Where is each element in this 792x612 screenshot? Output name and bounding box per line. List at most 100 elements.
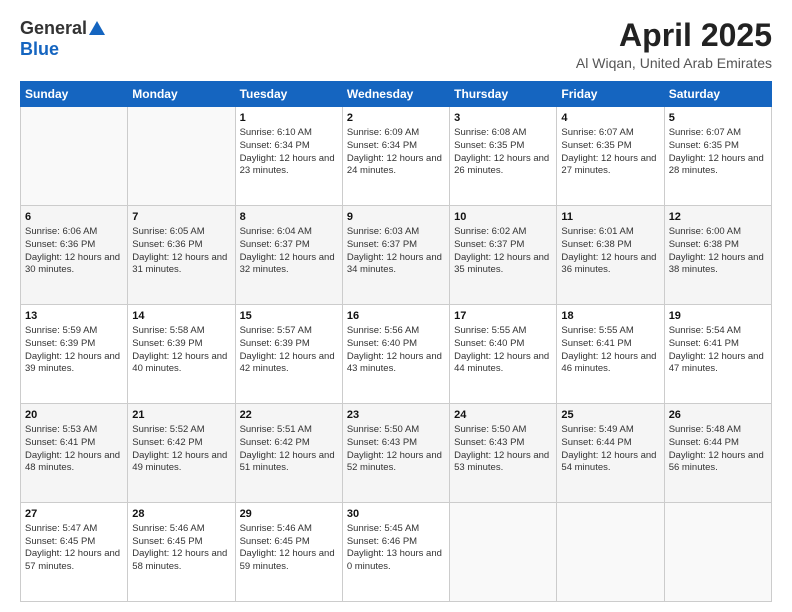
day-header-sunday: Sunday (21, 82, 128, 107)
day-header-tuesday: Tuesday (235, 82, 342, 107)
day-number: 20 (25, 408, 123, 423)
day-info-line: Sunrise: 5:58 AM (132, 325, 230, 338)
day-number: 22 (240, 408, 338, 423)
day-info-line: Daylight: 12 hours and 23 minutes. (240, 153, 338, 179)
day-info-line: Daylight: 12 hours and 56 minutes. (669, 450, 767, 476)
day-info-line: Sunrise: 5:45 AM (347, 523, 445, 536)
day-info-line: Daylight: 12 hours and 53 minutes. (454, 450, 552, 476)
calendar-cell (450, 503, 557, 602)
calendar-cell (21, 107, 128, 206)
calendar-table: SundayMondayTuesdayWednesdayThursdayFrid… (20, 81, 772, 602)
calendar-cell: 11Sunrise: 6:01 AMSunset: 6:38 PMDayligh… (557, 206, 664, 305)
day-info-line: Sunset: 6:34 PM (240, 140, 338, 153)
day-info-line: Sunset: 6:37 PM (347, 239, 445, 252)
day-info-line: Daylight: 12 hours and 58 minutes. (132, 548, 230, 574)
calendar-cell: 15Sunrise: 5:57 AMSunset: 6:39 PMDayligh… (235, 305, 342, 404)
day-number: 5 (669, 111, 767, 126)
day-info-line: Sunrise: 5:49 AM (561, 424, 659, 437)
day-info-line: Sunset: 6:45 PM (240, 536, 338, 549)
day-info-line: Sunset: 6:35 PM (669, 140, 767, 153)
day-info-line: Daylight: 12 hours and 35 minutes. (454, 252, 552, 278)
day-info-line: Daylight: 12 hours and 43 minutes. (347, 351, 445, 377)
day-info-line: Sunset: 6:39 PM (240, 338, 338, 351)
day-info-line: Sunrise: 5:52 AM (132, 424, 230, 437)
day-number: 8 (240, 210, 338, 225)
day-info-line: Sunrise: 6:02 AM (454, 226, 552, 239)
calendar-cell: 16Sunrise: 5:56 AMSunset: 6:40 PMDayligh… (342, 305, 449, 404)
day-info-line: Sunset: 6:38 PM (561, 239, 659, 252)
day-info-line: Daylight: 13 hours and 0 minutes. (347, 548, 445, 574)
calendar-week-row: 27Sunrise: 5:47 AMSunset: 6:45 PMDayligh… (21, 503, 772, 602)
day-info-line: Daylight: 12 hours and 44 minutes. (454, 351, 552, 377)
day-info-line: Sunset: 6:42 PM (132, 437, 230, 450)
day-info-line: Sunrise: 5:57 AM (240, 325, 338, 338)
calendar-cell: 20Sunrise: 5:53 AMSunset: 6:41 PMDayligh… (21, 404, 128, 503)
day-info-line: Sunset: 6:44 PM (669, 437, 767, 450)
day-info-line: Sunrise: 5:55 AM (454, 325, 552, 338)
day-number: 24 (454, 408, 552, 423)
day-number: 10 (454, 210, 552, 225)
day-info-line: Sunset: 6:45 PM (25, 536, 123, 549)
day-number: 17 (454, 309, 552, 324)
calendar-cell: 12Sunrise: 6:00 AMSunset: 6:38 PMDayligh… (664, 206, 771, 305)
day-info-line: Daylight: 12 hours and 54 minutes. (561, 450, 659, 476)
calendar-cell: 28Sunrise: 5:46 AMSunset: 6:45 PMDayligh… (128, 503, 235, 602)
day-number: 19 (669, 309, 767, 324)
day-info-line: Sunrise: 5:59 AM (25, 325, 123, 338)
day-number: 2 (347, 111, 445, 126)
calendar-cell: 7Sunrise: 6:05 AMSunset: 6:36 PMDaylight… (128, 206, 235, 305)
day-info-line: Sunset: 6:40 PM (454, 338, 552, 351)
page: General Blue April 2025 Al Wiqan, United… (0, 0, 792, 612)
day-header-saturday: Saturday (664, 82, 771, 107)
day-info-line: Sunrise: 5:55 AM (561, 325, 659, 338)
day-number: 25 (561, 408, 659, 423)
day-info-line: Sunrise: 5:50 AM (454, 424, 552, 437)
calendar-cell: 17Sunrise: 5:55 AMSunset: 6:40 PMDayligh… (450, 305, 557, 404)
calendar-cell (664, 503, 771, 602)
day-info-line: Sunrise: 6:08 AM (454, 127, 552, 140)
day-info-line: Sunset: 6:41 PM (561, 338, 659, 351)
day-header-friday: Friday (557, 82, 664, 107)
calendar-cell: 22Sunrise: 5:51 AMSunset: 6:42 PMDayligh… (235, 404, 342, 503)
day-header-monday: Monday (128, 82, 235, 107)
day-info-line: Sunset: 6:34 PM (347, 140, 445, 153)
day-info-line: Daylight: 12 hours and 26 minutes. (454, 153, 552, 179)
day-info-line: Sunrise: 5:46 AM (240, 523, 338, 536)
day-info-line: Daylight: 12 hours and 27 minutes. (561, 153, 659, 179)
calendar-cell: 14Sunrise: 5:58 AMSunset: 6:39 PMDayligh… (128, 305, 235, 404)
day-number: 11 (561, 210, 659, 225)
day-info-line: Daylight: 12 hours and 51 minutes. (240, 450, 338, 476)
calendar-cell: 21Sunrise: 5:52 AMSunset: 6:42 PMDayligh… (128, 404, 235, 503)
day-info-line: Daylight: 12 hours and 47 minutes. (669, 351, 767, 377)
calendar-cell: 13Sunrise: 5:59 AMSunset: 6:39 PMDayligh… (21, 305, 128, 404)
day-info-line: Daylight: 12 hours and 59 minutes. (240, 548, 338, 574)
day-info-line: Sunset: 6:46 PM (347, 536, 445, 549)
calendar-cell: 23Sunrise: 5:50 AMSunset: 6:43 PMDayligh… (342, 404, 449, 503)
day-header-thursday: Thursday (450, 82, 557, 107)
location-title: Al Wiqan, United Arab Emirates (576, 55, 772, 71)
day-info-line: Sunset: 6:39 PM (25, 338, 123, 351)
day-number: 9 (347, 210, 445, 225)
day-number: 16 (347, 309, 445, 324)
title-block: April 2025 Al Wiqan, United Arab Emirate… (576, 18, 772, 71)
day-info-line: Sunrise: 5:54 AM (669, 325, 767, 338)
day-number: 3 (454, 111, 552, 126)
day-info-line: Daylight: 12 hours and 38 minutes. (669, 252, 767, 278)
calendar-cell: 29Sunrise: 5:46 AMSunset: 6:45 PMDayligh… (235, 503, 342, 602)
day-number: 23 (347, 408, 445, 423)
day-info-line: Sunset: 6:39 PM (132, 338, 230, 351)
day-number: 7 (132, 210, 230, 225)
logo-blue-text: Blue (20, 39, 59, 60)
day-info-line: Daylight: 12 hours and 57 minutes. (25, 548, 123, 574)
day-info-line: Daylight: 12 hours and 42 minutes. (240, 351, 338, 377)
calendar-header-row: SundayMondayTuesdayWednesdayThursdayFrid… (21, 82, 772, 107)
day-info-line: Sunrise: 5:56 AM (347, 325, 445, 338)
calendar-cell: 3Sunrise: 6:08 AMSunset: 6:35 PMDaylight… (450, 107, 557, 206)
day-info-line: Sunset: 6:43 PM (454, 437, 552, 450)
calendar-cell: 8Sunrise: 6:04 AMSunset: 6:37 PMDaylight… (235, 206, 342, 305)
day-info-line: Sunset: 6:45 PM (132, 536, 230, 549)
day-number: 13 (25, 309, 123, 324)
calendar-cell: 25Sunrise: 5:49 AMSunset: 6:44 PMDayligh… (557, 404, 664, 503)
day-info-line: Sunrise: 5:46 AM (132, 523, 230, 536)
calendar-cell: 5Sunrise: 6:07 AMSunset: 6:35 PMDaylight… (664, 107, 771, 206)
